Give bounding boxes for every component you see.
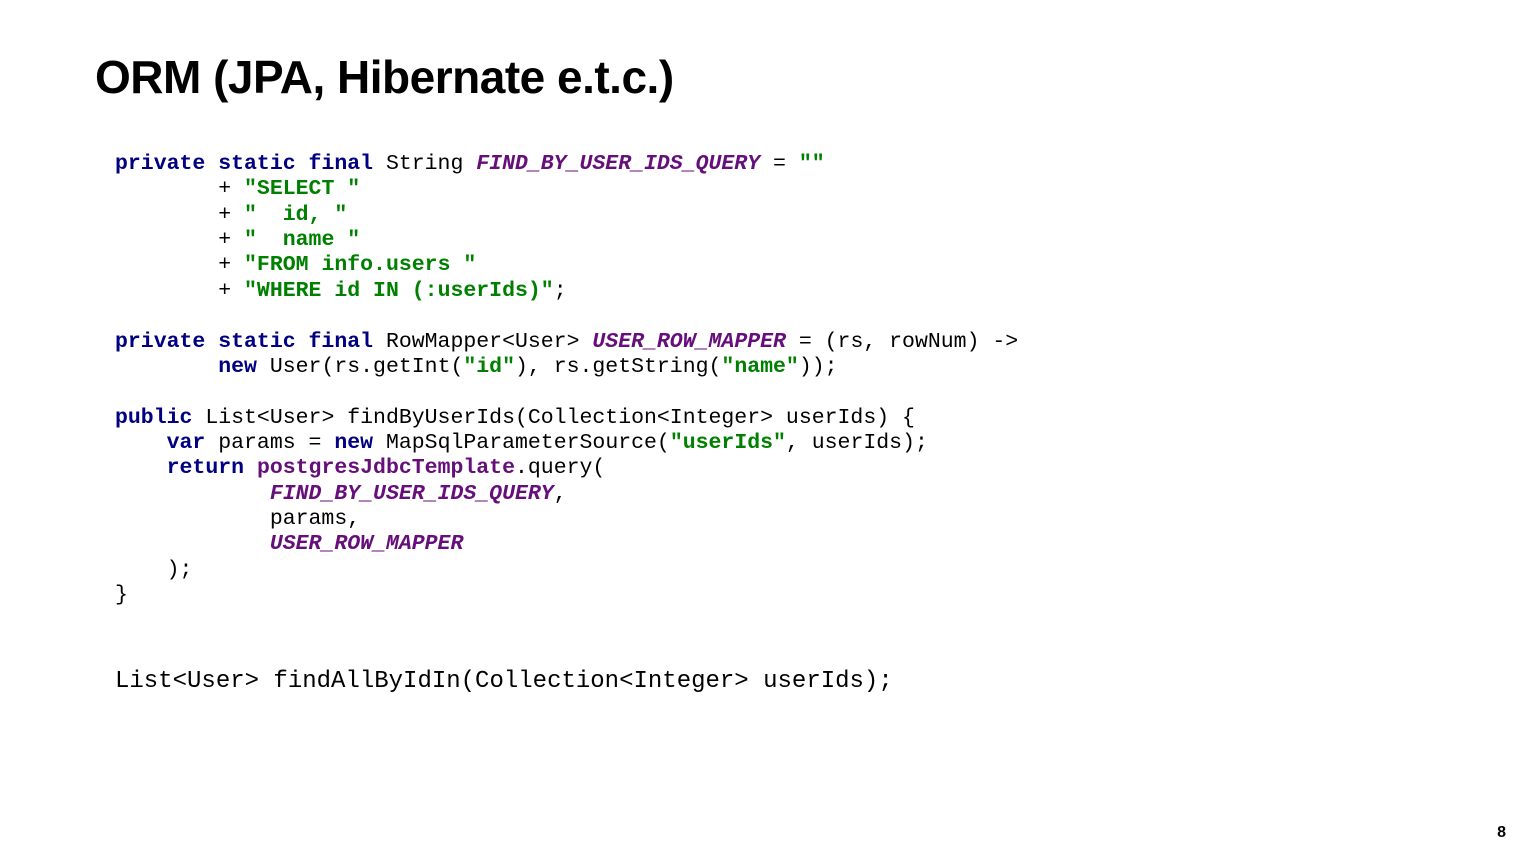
code-token bbox=[115, 532, 270, 556]
code-token: "userIds" bbox=[670, 431, 786, 455]
code-token: public bbox=[115, 406, 192, 430]
code-token: USER_ROW_MAPPER bbox=[592, 330, 786, 354]
code-token: ), rs.getString( bbox=[515, 355, 721, 379]
code-token: ); bbox=[115, 558, 192, 582]
code-token bbox=[115, 456, 167, 480]
code-token: )); bbox=[799, 355, 838, 379]
code-token: FIND_BY_USER_IDS_QUERY bbox=[270, 482, 554, 506]
code-token: "name" bbox=[721, 355, 798, 379]
code-token: + bbox=[115, 203, 244, 227]
code-token: postgresJdbcTemplate bbox=[257, 456, 515, 480]
code-token: User(rs.getInt( bbox=[257, 355, 463, 379]
method-signature: List<User> findAllByIdIn(Collection<Inte… bbox=[95, 668, 1441, 695]
code-token: List<User> findByUserIds(Collection<Inte… bbox=[192, 406, 915, 430]
code-token: + bbox=[115, 253, 244, 277]
code-token: private static final bbox=[115, 330, 373, 354]
slide-title: ORM (JPA, Hibernate e.t.c.) bbox=[95, 50, 1441, 104]
code-token: FIND_BY_USER_IDS_QUERY bbox=[476, 152, 760, 176]
code-token: " id, " bbox=[244, 203, 347, 227]
code-token: ; bbox=[554, 279, 567, 303]
code-token: private static final bbox=[115, 152, 373, 176]
code-token: "" bbox=[799, 152, 825, 176]
code-block: private static final String FIND_BY_USER… bbox=[95, 152, 1441, 608]
code-token: return bbox=[167, 456, 244, 480]
code-token: var bbox=[167, 431, 206, 455]
code-token: MapSqlParameterSource( bbox=[373, 431, 670, 455]
code-token: String bbox=[373, 152, 476, 176]
code-token: USER_ROW_MAPPER bbox=[270, 532, 464, 556]
page-number: 8 bbox=[1497, 824, 1506, 842]
code-token: "WHERE id IN (:userIds)" bbox=[244, 279, 554, 303]
code-token: new bbox=[334, 431, 373, 455]
code-token: RowMapper<User> bbox=[373, 330, 592, 354]
code-token: + bbox=[115, 279, 244, 303]
code-token bbox=[115, 482, 270, 506]
code-token: params = bbox=[205, 431, 334, 455]
code-token: , bbox=[554, 482, 567, 506]
code-token: } bbox=[115, 583, 128, 607]
code-token: = bbox=[760, 152, 799, 176]
code-token: + bbox=[115, 228, 244, 252]
code-token: = (rs, rowNum) -> bbox=[786, 330, 1018, 354]
code-token: + bbox=[115, 177, 244, 201]
code-token: params, bbox=[115, 507, 360, 531]
code-token: new bbox=[218, 355, 257, 379]
code-token: , userIds); bbox=[786, 431, 928, 455]
code-token bbox=[244, 456, 257, 480]
code-token: "id" bbox=[463, 355, 515, 379]
code-token: "FROM info.users " bbox=[244, 253, 476, 277]
slide: ORM (JPA, Hibernate e.t.c.) private stat… bbox=[0, 0, 1536, 695]
code-token bbox=[115, 355, 218, 379]
code-token: " name " bbox=[244, 228, 360, 252]
code-token: "SELECT " bbox=[244, 177, 360, 201]
code-token bbox=[115, 431, 167, 455]
code-token: .query( bbox=[515, 456, 605, 480]
